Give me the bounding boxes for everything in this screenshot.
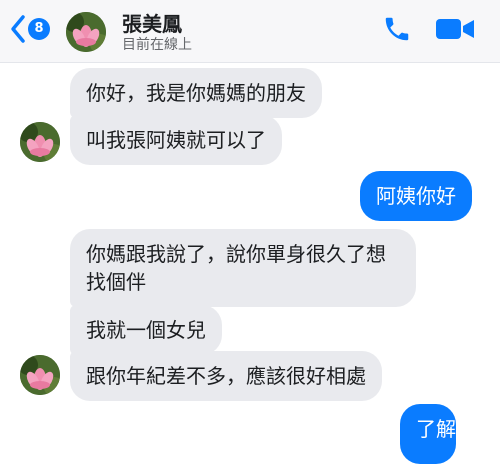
video-call-button[interactable]	[436, 18, 476, 44]
back-chevron-icon	[11, 15, 25, 43]
lotus-avatar-image	[20, 355, 60, 395]
video-camera-icon	[436, 19, 474, 39]
incoming-message: 叫我張阿姨就可以了	[70, 115, 282, 165]
contact-name: 張美鳳	[122, 12, 182, 36]
incoming-message: 你好，我是你媽媽的朋友	[70, 68, 322, 118]
contact-avatar[interactable]	[66, 12, 106, 52]
incoming-message: 我就一個女兒	[70, 305, 222, 355]
unread-count-badge: 8	[28, 18, 50, 40]
lotus-avatar-image	[20, 122, 60, 162]
online-status: 目前在線上	[122, 37, 192, 53]
contact-message-avatar[interactable]	[20, 355, 60, 395]
outgoing-message: 阿姨你好	[360, 171, 472, 221]
contact-message-avatar[interactable]	[20, 122, 60, 162]
outgoing-message-text: 了解	[416, 417, 456, 441]
outgoing-message: 了解	[400, 404, 456, 464]
incoming-message: 跟你年紀差不多，應該很好相處	[70, 351, 382, 401]
chat-header: 8 張美鳳 目前在線上	[0, 0, 500, 63]
call-button[interactable]	[382, 14, 412, 48]
incoming-message: 你媽跟我說了，說你單身很久了想找個伴	[70, 229, 416, 307]
back-button[interactable]	[8, 14, 28, 44]
phone-icon	[385, 17, 409, 41]
lotus-avatar-image	[66, 12, 106, 52]
